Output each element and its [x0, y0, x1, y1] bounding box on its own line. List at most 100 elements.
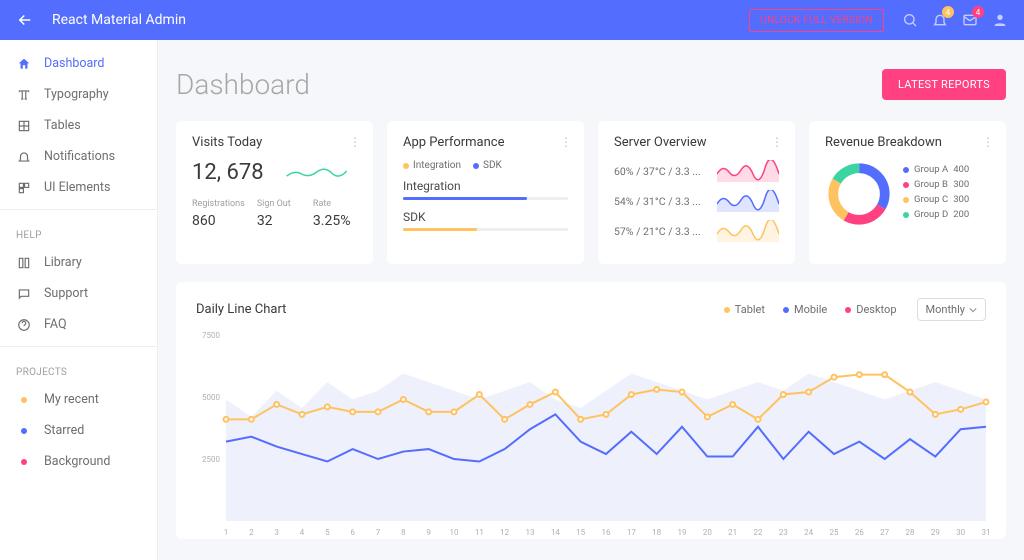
support-icon: [16, 287, 32, 301]
svg-text:13: 13: [526, 528, 535, 537]
sidebar-item-label: Notifications: [44, 149, 115, 164]
svg-text:12: 12: [500, 528, 509, 537]
card-title: Visits Today: [192, 135, 357, 150]
svg-text:4: 4: [300, 528, 305, 537]
svg-text:17: 17: [627, 528, 636, 537]
revenue-group-name: Group D: [914, 209, 948, 220]
latest-reports-button[interactable]: LATEST REPORTS: [882, 69, 1006, 100]
chart-legend-item: Mobile: [783, 303, 827, 316]
unlock-full-version-button[interactable]: UNLOCK FULL VERSION: [749, 9, 884, 32]
sparkline: [717, 160, 779, 182]
svg-text:31: 31: [982, 528, 991, 537]
server-row: 60% / 37°C / 3.3 ...: [614, 160, 779, 182]
notifications-icon[interactable]: 4: [932, 12, 948, 28]
stat-value: 860: [192, 213, 245, 229]
svg-text:1: 1: [224, 528, 229, 537]
chevron-down-icon: [969, 306, 977, 314]
dot-icon: [16, 397, 32, 403]
svg-text:27: 27: [880, 528, 889, 537]
card-server-overview: ⋮ Server Overview 60% / 37°C / 3.3 ... 54…: [598, 121, 795, 264]
stat-label: Rate: [313, 199, 357, 209]
sidebar-item-label: Starred: [44, 423, 84, 438]
more-icon[interactable]: ⋮: [771, 135, 783, 149]
revenue-group-name: Group B: [914, 179, 948, 190]
more-icon[interactable]: ⋮: [982, 135, 994, 149]
svg-text:3: 3: [274, 528, 279, 537]
svg-text:30: 30: [956, 528, 965, 537]
mail-icon[interactable]: 4: [962, 12, 978, 28]
svg-text:8: 8: [401, 528, 406, 537]
app-title: React Material Admin: [52, 12, 749, 28]
revenue-legend-item: Group A 400: [903, 164, 969, 175]
revenue-group-value: 400: [953, 164, 969, 175]
card-daily-line-chart: Daily Line Chart TabletMobileDesktop Mon…: [176, 282, 1006, 539]
sidebar-item-dashboard[interactable]: Dashboard: [0, 48, 157, 79]
svg-text:5: 5: [325, 528, 330, 537]
svg-text:24: 24: [804, 528, 813, 537]
more-icon[interactable]: ⋮: [349, 135, 361, 149]
sidebar-item-starred[interactable]: Starred: [0, 415, 157, 446]
card-revenue-breakdown: ⋮ Revenue Breakdown Group A400Group B300…: [809, 121, 1006, 264]
revenue-group-value: 200: [953, 209, 969, 220]
bell-icon: [16, 150, 32, 164]
server-text: 57% / 21°C / 3.3 ...: [614, 225, 701, 238]
period-value: Monthly: [926, 303, 966, 316]
typography-icon: [16, 88, 32, 102]
more-icon[interactable]: ⋮: [560, 135, 572, 149]
sidebar-item-my-recent[interactable]: My recent: [0, 384, 157, 415]
sidebar-item-support[interactable]: Support: [0, 278, 157, 309]
svg-text:10: 10: [450, 528, 459, 537]
sidebar-item-library[interactable]: Library: [0, 247, 157, 278]
chart-legend-item: Tablet: [724, 303, 765, 316]
card-title: Server Overview: [614, 135, 779, 150]
revenue-group-name: Group A: [914, 164, 948, 175]
sidebar-item-notifications[interactable]: Notifications: [0, 141, 157, 172]
svg-text:21: 21: [728, 528, 737, 537]
stat-label: Sign Out: [257, 199, 301, 209]
tables-icon: [16, 119, 32, 133]
page-title: Dashboard: [176, 68, 310, 101]
legend-label: Integration: [413, 160, 461, 171]
stat-value: 32: [257, 213, 301, 229]
sidebar-group-help: HELP: [0, 216, 157, 247]
sidebar-item-background[interactable]: Background: [0, 446, 157, 477]
legend-label: Desktop: [856, 303, 896, 316]
server-text: 54% / 31°C / 3.3 ...: [614, 195, 701, 208]
search-icon[interactable]: [902, 12, 918, 28]
revenue-donut: [825, 160, 893, 228]
svg-text:7: 7: [376, 528, 381, 537]
revenue-legend-item: Group C300: [903, 194, 969, 205]
sidebar-item-label: FAQ: [44, 317, 67, 332]
svg-text:11: 11: [475, 528, 484, 537]
sidebar: DashboardTypographyTables Notifications UI…: [0, 40, 158, 560]
period-select[interactable]: Monthly: [917, 298, 987, 321]
sidebar-item-label: My recent: [44, 392, 99, 407]
svg-text:28: 28: [906, 528, 915, 537]
main-content: Dashboard LATEST REPORTS ⋮ Visits Today …: [158, 40, 1024, 560]
sidebar-item-typography[interactable]: Typography: [0, 79, 157, 110]
svg-text:18: 18: [652, 528, 661, 537]
library-icon: [16, 256, 32, 270]
legend-label: Tablet: [735, 303, 765, 316]
sidebar-item-tables[interactable]: Tables: [0, 110, 157, 141]
sidebar-item-label: Support: [44, 286, 88, 301]
perf-section-sdk: SDK: [403, 210, 568, 231]
sidebar-item-ui-elements[interactable]: UI Elements: [0, 172, 157, 203]
home-icon: [16, 57, 32, 71]
svg-text:14: 14: [551, 528, 560, 537]
svg-text:6: 6: [350, 528, 355, 537]
sidebar-item-faq[interactable]: FAQ: [0, 309, 157, 340]
progress-bar: [403, 197, 568, 200]
sparkline: [717, 220, 779, 242]
profile-icon[interactable]: [992, 12, 1008, 28]
card-visits-today: ⋮ Visits Today 12, 678 Registrations860 …: [176, 121, 373, 264]
back-button[interactable]: [16, 11, 34, 29]
perf-label: Integration: [403, 179, 568, 193]
daily-chart: 2500500075001234567891011121314151617181…: [196, 329, 996, 539]
visits-sparkline: [276, 164, 357, 182]
sidebar-item-label: UI Elements: [44, 180, 110, 195]
card-app-performance: ⋮ App Performance Integration SDK Integr…: [387, 121, 584, 264]
sidebar-group-projects: PROJECTS: [0, 353, 157, 384]
revenue-legend-item: Group D 200: [903, 209, 969, 220]
dot-icon: [16, 459, 32, 465]
